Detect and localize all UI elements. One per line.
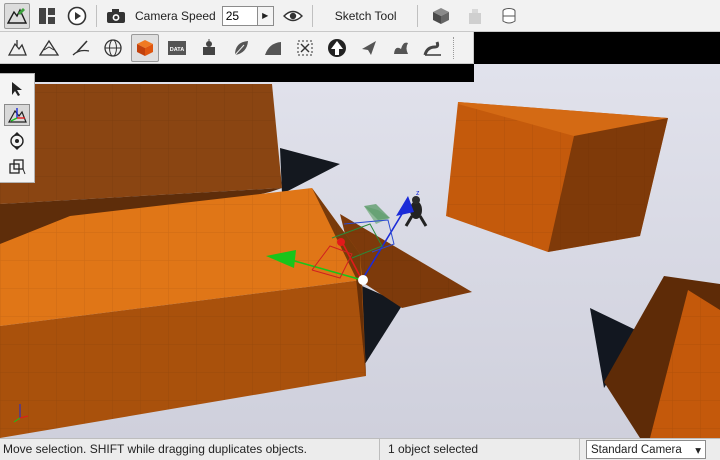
camera-speed-input[interactable] (221, 5, 258, 26)
spin-arrow-icon[interactable]: ▶ (257, 5, 274, 26)
camera-icon[interactable] (103, 3, 129, 29)
scene-canvas[interactable]: z (0, 64, 720, 438)
road-icon[interactable] (419, 34, 447, 62)
tools-toolbar: DATA (0, 32, 474, 64)
play-icon[interactable] (64, 3, 90, 29)
top-toolbar: Camera Speed ▶ Sketch Tool (0, 0, 720, 32)
ramp-icon[interactable] (259, 34, 287, 62)
chevron-down-icon: ▾ (695, 444, 701, 457)
rotate-icon[interactable] (4, 130, 30, 152)
move-gizmo-icon[interactable] (4, 104, 30, 126)
gizmo-pivot (358, 275, 368, 285)
camera-mode-select[interactable]: Standard Camera ▾ (586, 440, 706, 459)
cube-brush-icon[interactable] (131, 33, 159, 62)
box-icon[interactable] (462, 3, 488, 29)
terrain-paint-icon[interactable] (67, 34, 95, 62)
up-arrow-icon[interactable] (323, 34, 351, 62)
pointer-icon[interactable] (4, 78, 30, 100)
selection-count: 1 object selected (380, 438, 580, 460)
eye-icon[interactable] (280, 3, 306, 29)
edit-mode-icon[interactable] (4, 2, 30, 29)
data-icon-label: DATA (170, 47, 184, 53)
selection-frame-icon[interactable] (291, 34, 319, 62)
toolbar-divider (96, 4, 97, 27)
toolbar-grip[interactable] (453, 36, 457, 59)
star-shape-icon[interactable] (355, 34, 383, 62)
camera-mode-value: Standard Camera (591, 443, 682, 456)
data-icon[interactable]: DATA (163, 34, 191, 62)
3d-viewport[interactable]: z (0, 64, 720, 438)
leaf-icon[interactable] (227, 34, 255, 62)
gizmo-z-label: z (416, 190, 420, 197)
toolbar-divider (311, 4, 313, 27)
globe-icon[interactable] (99, 34, 127, 62)
layout-icon[interactable] (34, 3, 60, 29)
terrain-mountain-icon[interactable] (35, 34, 63, 62)
tool-palette (0, 73, 35, 183)
sketch-tool-button[interactable]: Sketch Tool (329, 4, 403, 28)
camera-speed-label: Camera Speed (135, 8, 216, 23)
status-message: Move selection. SHIFT while dragging dup… (0, 438, 380, 460)
scale-icon[interactable] (4, 156, 30, 178)
cube-icon[interactable] (428, 3, 454, 29)
terrain-raise-icon[interactable] (3, 34, 31, 62)
status-bar: Move selection. SHIFT while dragging dup… (0, 438, 720, 460)
gizmo-x-handle (337, 238, 345, 246)
toolbar-divider (416, 4, 418, 27)
robot-icon[interactable] (195, 34, 223, 62)
tree-icon[interactable] (387, 34, 415, 62)
cylinder-icon[interactable] (496, 3, 522, 29)
